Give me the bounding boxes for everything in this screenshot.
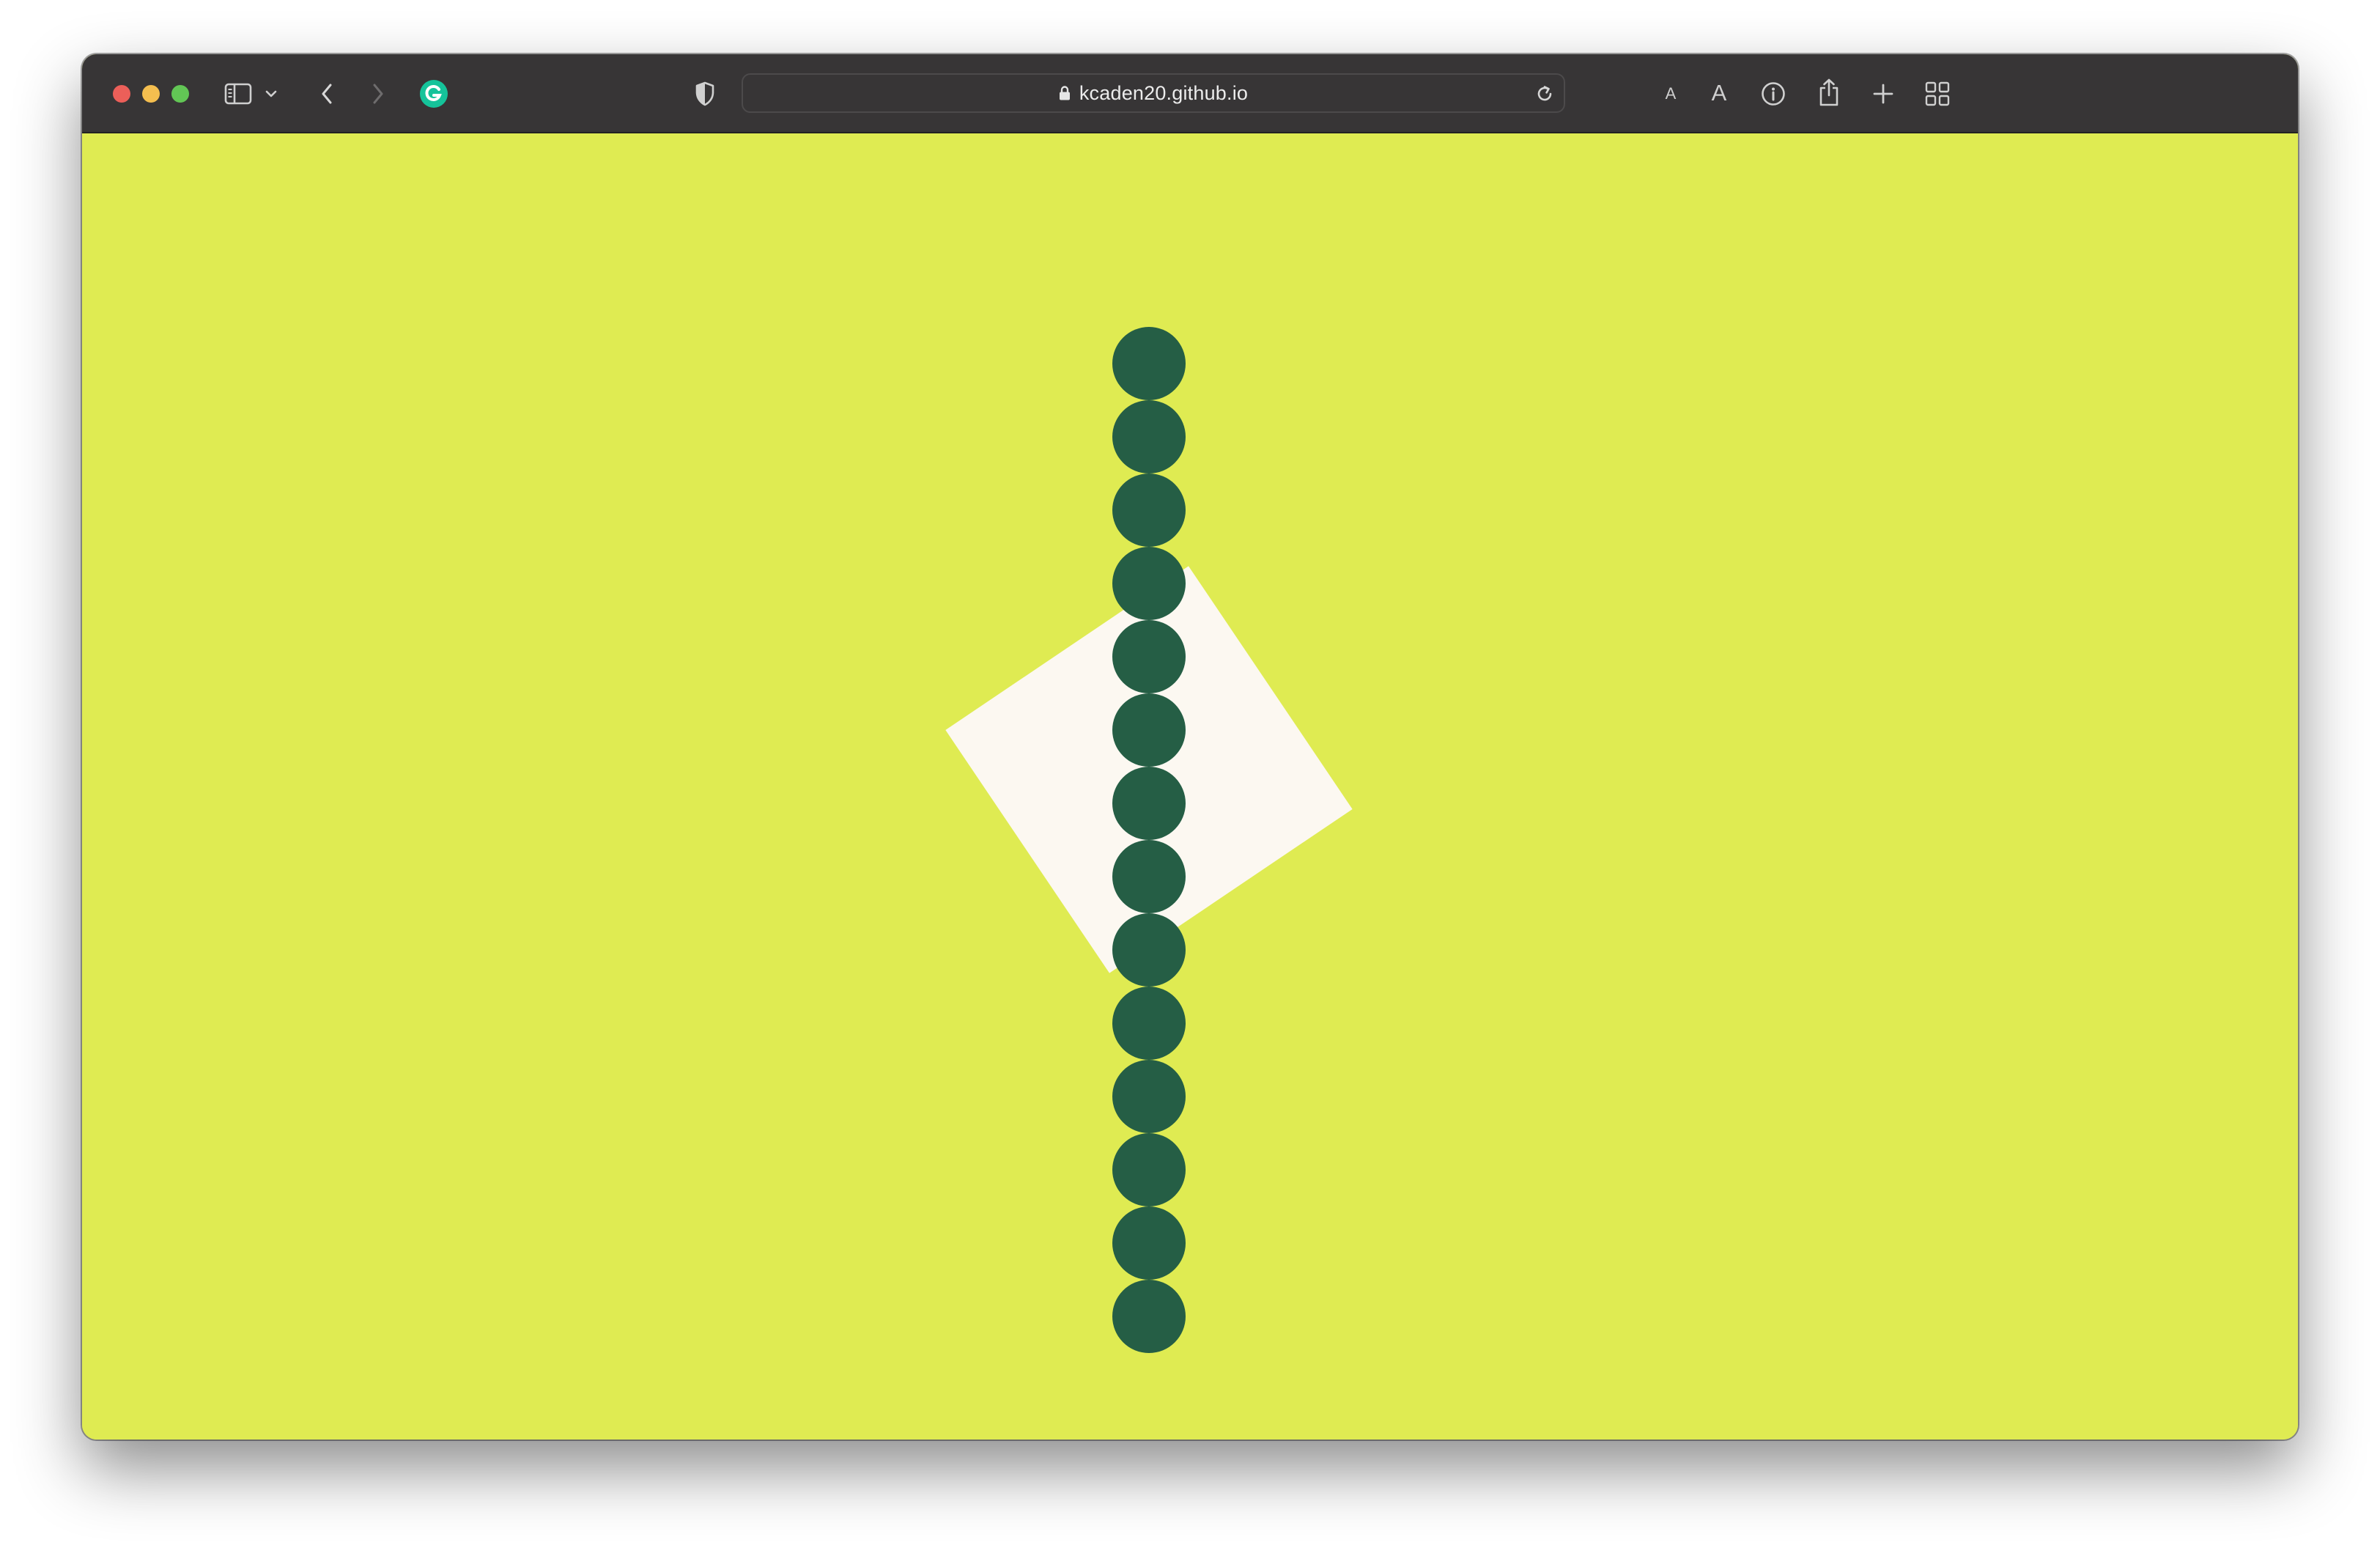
dot-8 [1112, 840, 1186, 913]
chevron-down-icon [265, 90, 277, 97]
chevron-right-icon [373, 84, 383, 104]
dot-13 [1112, 1206, 1186, 1280]
new-tab-button[interactable] [1867, 78, 1899, 110]
tab-overview-button[interactable] [1921, 78, 1954, 110]
dot-7 [1112, 767, 1186, 840]
reload-icon [1537, 86, 1552, 101]
reload-button[interactable] [1530, 79, 1559, 108]
dot-5 [1112, 620, 1186, 693]
dot-4 [1112, 547, 1186, 620]
text-smaller-button[interactable]: A [1658, 79, 1684, 108]
dot-9 [1112, 913, 1186, 987]
text-larger-button[interactable]: A [1704, 78, 1734, 108]
forward-button[interactable] [365, 78, 391, 110]
grammarly-icon [420, 80, 448, 108]
shield-icon [695, 81, 714, 106]
sidebar-icon [224, 83, 252, 105]
dot-12 [1112, 1133, 1186, 1206]
dot-1 [1112, 327, 1186, 400]
info-icon [1762, 82, 1785, 106]
browser-toolbar: kcaden20.github.io A A [82, 54, 2298, 133]
dot-6 [1112, 693, 1186, 767]
dot-3 [1112, 473, 1186, 547]
dot-14 [1112, 1280, 1186, 1353]
grid-icon [1925, 81, 1950, 106]
chevron-left-icon [322, 84, 332, 104]
address-bar-content: kcaden20.github.io [743, 75, 1564, 111]
browser-window: kcaden20.github.io A A [82, 54, 2298, 1440]
share-icon [1819, 78, 1838, 106]
minimize-window-button[interactable] [142, 85, 160, 103]
dot-10 [1112, 987, 1186, 1060]
sidebar-menu-button[interactable] [262, 84, 280, 104]
lock-icon [1059, 86, 1070, 100]
page-info-button[interactable] [1757, 78, 1789, 110]
dot-2 [1112, 400, 1186, 473]
sidebar-toggle-button[interactable] [223, 79, 254, 108]
text-larger-label: A [1711, 80, 1727, 106]
close-window-button[interactable] [113, 85, 130, 103]
privacy-report-button[interactable] [690, 79, 720, 108]
share-button[interactable] [1813, 75, 1845, 110]
text-smaller-label: A [1665, 84, 1677, 103]
address-bar[interactable]: kcaden20.github.io [742, 73, 1565, 113]
plus-icon [1873, 84, 1893, 104]
back-button[interactable] [314, 78, 340, 110]
dot-11 [1112, 1060, 1186, 1133]
url-text: kcaden20.github.io [1079, 81, 1249, 104]
maximize-window-button[interactable] [171, 85, 189, 103]
page-canvas [82, 133, 2298, 1440]
grammarly-extension-button[interactable] [419, 79, 448, 108]
